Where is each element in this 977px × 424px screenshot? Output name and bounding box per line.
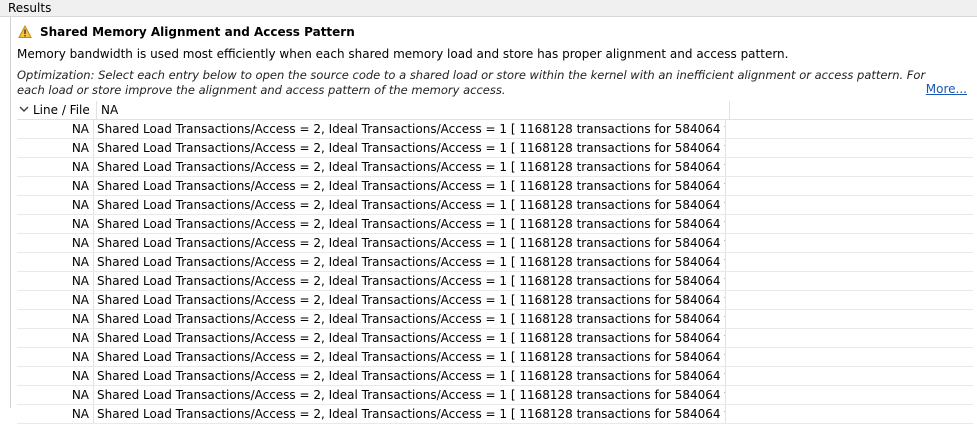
table-body: NA Shared Load Transactions/Access = 2, I… <box>17 120 973 424</box>
row-message-cell: Shared Load Transactions/Access = 2, Ide… <box>94 158 726 176</box>
row-line-cell: NA <box>17 234 94 252</box>
table-row[interactable]: NA Shared Load Transactions/Access = 2, I… <box>17 177 973 196</box>
table-row[interactable]: NA Shared Load Transactions/Access = 2, I… <box>17 215 973 234</box>
row-line-cell: NA <box>17 177 94 195</box>
row-message-cell: Shared Load Transactions/Access = 2, Ide… <box>94 272 726 290</box>
table-row[interactable]: NA Shared Load Transactions/Access = 2, I… <box>17 234 973 253</box>
table-row[interactable]: NA Shared Load Transactions/Access = 2, I… <box>17 139 973 158</box>
row-line-cell: NA <box>17 272 94 290</box>
row-line-cell: NA <box>17 139 94 157</box>
more-link[interactable]: More... <box>926 82 967 96</box>
row-message-cell: Shared Load Transactions/Access = 2, Ide… <box>94 177 726 195</box>
row-line-cell: NA <box>17 120 94 138</box>
results-table: Line / File NA NA Shared Load Transaction… <box>17 101 973 424</box>
row-line-cell: NA <box>17 386 94 404</box>
table-header: Line / File NA <box>17 101 973 120</box>
row-message-cell: Shared Load Transactions/Access = 2, Ide… <box>94 386 726 404</box>
table-row[interactable]: NA Shared Load Transactions/Access = 2, I… <box>17 291 973 310</box>
row-message-cell: Shared Load Transactions/Access = 2, Ide… <box>94 139 726 157</box>
row-line-cell: NA <box>17 310 94 328</box>
row-message-cell: Shared Load Transactions/Access = 2, Ide… <box>94 234 726 252</box>
table-row[interactable]: NA Shared Load Transactions/Access = 2, I… <box>17 310 973 329</box>
row-line-cell: NA <box>17 329 94 347</box>
optimization-text: Optimization: Select each entry below to… <box>17 68 926 97</box>
row-line-cell: NA <box>17 348 94 366</box>
results-header: Results <box>0 0 977 17</box>
table-row[interactable]: NA Shared Load Transactions/Access = 2, I… <box>17 329 973 348</box>
row-message-cell: Shared Load Transactions/Access = 2, Ide… <box>94 329 726 347</box>
section-heading: Shared Memory Alignment and Access Patte… <box>18 23 355 41</box>
table-row[interactable]: NA Shared Load Transactions/Access = 2, I… <box>17 348 973 367</box>
row-line-cell: NA <box>17 158 94 176</box>
table-row[interactable]: NA Shared Load Transactions/Access = 2, I… <box>17 367 973 386</box>
row-line-cell: NA <box>17 367 94 385</box>
row-line-cell: NA <box>17 196 94 214</box>
table-row[interactable]: NA Shared Load Transactions/Access = 2, I… <box>17 196 973 215</box>
table-row[interactable]: NA Shared Load Transactions/Access = 2, I… <box>17 120 973 139</box>
table-row[interactable]: NA Shared Load Transactions/Access = 2, I… <box>17 386 973 405</box>
row-message-cell: Shared Load Transactions/Access = 2, Ide… <box>94 120 726 138</box>
column-header-line-file[interactable]: Line / File <box>33 101 97 119</box>
row-message-cell: Shared Load Transactions/Access = 2, Ide… <box>94 310 726 328</box>
table-row[interactable]: NA Shared Load Transactions/Access = 2, I… <box>17 253 973 272</box>
section-description: Memory bandwidth is used most efficientl… <box>17 47 789 61</box>
row-line-cell: NA <box>17 215 94 233</box>
warning-icon <box>18 24 32 39</box>
table-row[interactable]: NA Shared Load Transactions/Access = 2, I… <box>17 272 973 291</box>
row-message-cell: Shared Load Transactions/Access = 2, Ide… <box>94 367 726 385</box>
row-line-cell: NA <box>17 253 94 271</box>
row-message-cell: Shared Load Transactions/Access = 2, Ide… <box>94 215 726 233</box>
section-title: Shared Memory Alignment and Access Patte… <box>40 25 355 39</box>
table-row[interactable]: NA Shared Load Transactions/Access = 2, I… <box>17 158 973 177</box>
row-line-cell: NA <box>17 291 94 309</box>
column-header-na[interactable]: NA <box>97 101 730 119</box>
row-message-cell: Shared Load Transactions/Access = 2, Ide… <box>94 253 726 271</box>
results-panel: Shared Memory Alignment and Access Patte… <box>10 17 977 424</box>
row-message-cell: Shared Load Transactions/Access = 2, Ide… <box>94 291 726 309</box>
row-message-cell: Shared Load Transactions/Access = 2, Ide… <box>94 348 726 366</box>
chevron-down-icon[interactable] <box>19 103 31 117</box>
results-title: Results <box>8 1 52 15</box>
row-message-cell: Shared Load Transactions/Access = 2, Ide… <box>94 196 726 214</box>
